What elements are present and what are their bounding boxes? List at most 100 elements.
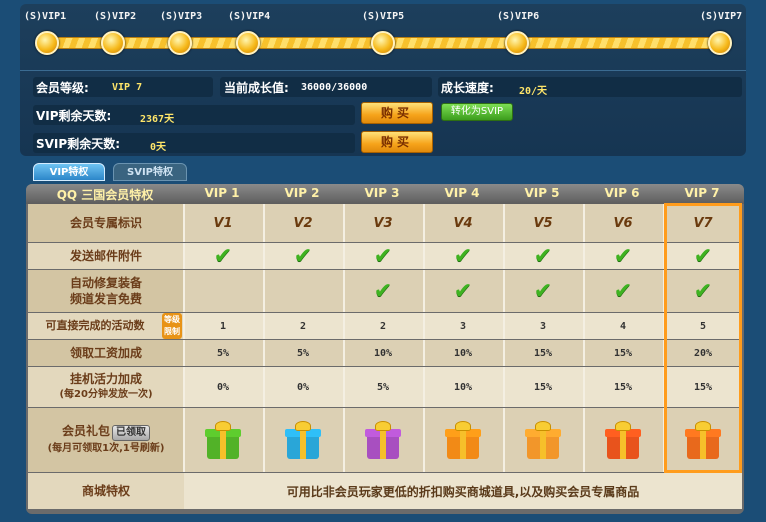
check-icon: ✔ xyxy=(533,243,553,269)
row-label-repair: 自动修复装备 频道发言免费 xyxy=(28,270,184,312)
cell-idle-vip2: 0% xyxy=(263,367,341,407)
cell-gift-vip6 xyxy=(583,408,661,472)
cell-salary-vip5: 15% xyxy=(503,340,581,366)
cell-activity-vip7: 5 xyxy=(663,313,741,339)
cell-repair-vip6: ✔ xyxy=(583,270,661,312)
row-label-gift: 会员礼包 已领取 (每月可领取1次,1号刷新) xyxy=(28,408,184,472)
svip-days-value: 0天 xyxy=(150,142,167,153)
buy-svip-button[interactable]: 购买 xyxy=(361,131,433,153)
row-label-mail: 发送邮件附件 xyxy=(28,243,184,269)
svip-days-label: SVIP剩余天数: xyxy=(36,137,120,151)
row-label-text: 可直接完成的活动数 xyxy=(45,319,145,332)
cell-repair-vip2 xyxy=(263,270,341,312)
header-corner: QQ 三国会员特权 xyxy=(56,188,154,202)
vip-badge-icon: V6 xyxy=(613,215,633,231)
cell-activity-vip1: 1 xyxy=(183,313,261,339)
header-vip6: VIP 6 xyxy=(604,186,640,200)
cell-idle-vip3: 5% xyxy=(343,367,421,407)
member-level-value: VIP 7 xyxy=(112,82,143,93)
table-row-repair: 自动修复装备 频道发言免费 ✔ ✔ ✔ ✔ ✔ xyxy=(28,270,742,312)
row-label-text: 发送邮件附件 xyxy=(69,249,142,263)
check-icon: ✔ xyxy=(373,243,393,269)
check-icon: ✔ xyxy=(693,278,713,304)
row-label-activity: 可直接完成的活动数 等级限制 xyxy=(28,313,184,339)
level-node-5 xyxy=(371,31,395,55)
vip-days-value: 2367天 xyxy=(140,114,175,125)
level-node-3 xyxy=(168,31,192,55)
buy-vip-button[interactable]: 购买 xyxy=(361,102,433,124)
table-row-idle: 挂机活力加成 (每20分钟发放一次) 0% 0% 5% 10% 15% 15% 15% xyxy=(28,367,742,407)
tab-svip-privileges[interactable]: SVIP特权 xyxy=(113,163,187,181)
level-label-7: (S)VIP7 xyxy=(700,11,743,22)
cell-badge-vip2: V2 xyxy=(263,204,341,242)
cell-mail-vip1: ✔ xyxy=(183,243,261,269)
growth-value: 36000/36000 xyxy=(301,82,368,93)
row-label-shop: 商城特权 xyxy=(28,473,184,509)
row-label-line1: 自动修复装备 xyxy=(69,276,142,290)
level-node-1 xyxy=(35,31,59,55)
level-limit-tag: 等级限制 xyxy=(162,313,182,339)
check-icon: ✔ xyxy=(613,278,633,304)
speed-label: 成长速度: xyxy=(441,81,494,95)
cell-idle-vip5: 15% xyxy=(503,367,581,407)
tab-vip-privileges[interactable]: VIP特权 xyxy=(33,163,105,181)
gift-label-line: 会员礼包 已领取 xyxy=(62,423,150,441)
row-label-text: 会员礼包 xyxy=(61,424,110,438)
cell-badge-vip5: V5 xyxy=(503,204,581,242)
cell-badge-vip7: V7 xyxy=(663,204,741,242)
speed-value: 20/天 xyxy=(519,86,548,97)
cell-activity-vip6: 4 xyxy=(583,313,661,339)
gift-box-icon xyxy=(285,421,321,459)
row-label-idle: 挂机活力加成 (每20分钟发放一次) xyxy=(28,367,184,407)
cell-salary-vip6: 15% xyxy=(583,340,661,366)
vip-badge-icon: V1 xyxy=(213,215,233,231)
member-level-label: 会员等级: xyxy=(36,81,89,95)
cell-idle-vip1: 0% xyxy=(183,367,261,407)
level-label-2: (S)VIP2 xyxy=(94,11,137,22)
cell-activity-vip3: 2 xyxy=(343,313,421,339)
check-icon: ✔ xyxy=(613,243,633,269)
cell-mail-vip7: ✔ xyxy=(663,243,741,269)
check-icon: ✔ xyxy=(693,243,713,269)
gift-box-icon xyxy=(365,421,401,459)
convert-svip-button[interactable]: 转化为SVIP xyxy=(441,103,513,121)
cell-salary-vip3: 10% xyxy=(343,340,421,366)
table-row-badge: 会员专属标识 V1 V2 V3 V4 V5 V6 V7 xyxy=(28,204,742,242)
vip-badge-icon: V3 xyxy=(373,215,393,231)
vip-days-label: VIP剩余天数: xyxy=(36,109,112,123)
shop-privilege-text: 可用比非会员玩家更低的折扣购买商城道具,以及购买会员专属商品 xyxy=(286,484,640,499)
level-label-4: (S)VIP4 xyxy=(228,11,271,22)
cell-repair-vip5: ✔ xyxy=(503,270,581,312)
table-row-activity: 可直接完成的活动数 等级限制 1 2 2 3 3 4 5 xyxy=(28,313,742,339)
cell-gift-vip2 xyxy=(263,408,341,472)
row-label-sub: (每20分钟发放一次) xyxy=(59,389,153,400)
table-row-shop: 商城特权 可用比非会员玩家更低的折扣购买商城道具,以及购买会员专属商品 xyxy=(28,473,742,509)
cell-mail-vip4: ✔ xyxy=(423,243,501,269)
row-label-text: 挂机活力加成 xyxy=(69,372,142,386)
cell-gift-vip5 xyxy=(503,408,581,472)
cell-gift-vip7 xyxy=(663,408,741,472)
level-node-7 xyxy=(708,31,732,55)
header-vip7: VIP 7 xyxy=(684,186,720,200)
claimed-button[interactable]: 已领取 xyxy=(112,425,150,441)
vip-badge-icon: V7 xyxy=(693,215,713,231)
cell-badge-vip4: V4 xyxy=(423,204,501,242)
level-label-3: (S)VIP3 xyxy=(160,11,203,22)
gift-box-icon xyxy=(445,421,481,459)
check-icon: ✔ xyxy=(453,278,473,304)
cell-repair-vip7: ✔ xyxy=(663,270,741,312)
cell-activity-vip4: 3 xyxy=(423,313,501,339)
check-icon: ✔ xyxy=(213,243,233,269)
level-label-5: (S)VIP5 xyxy=(362,11,405,22)
gift-box-icon xyxy=(205,421,241,459)
row-label-text: 领取工资加成 xyxy=(69,346,142,360)
header-vip2: VIP 2 xyxy=(284,186,320,200)
row-label-salary: 领取工资加成 xyxy=(28,340,184,366)
header-vip4: VIP 4 xyxy=(444,186,480,200)
cell-activity-vip2: 2 xyxy=(263,313,341,339)
header-vip5: VIP 5 xyxy=(524,186,560,200)
cell-gift-vip4 xyxy=(423,408,501,472)
gift-box-icon xyxy=(685,421,721,459)
vip-badge-icon: V2 xyxy=(293,215,313,231)
header-vip1: VIP 1 xyxy=(204,186,240,200)
